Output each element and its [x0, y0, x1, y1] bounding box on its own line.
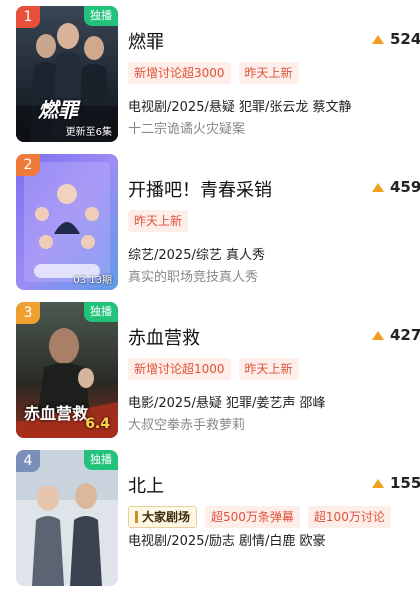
- episode-label: 更新至6集: [65, 127, 112, 138]
- poster-title-text: 燃罪: [38, 98, 78, 122]
- list-item[interactable]: 赤血营救 6.4 3 独播 赤血营救 427 新增讨论超1000 昨天上新 电影…: [0, 302, 420, 442]
- poster-image[interactable]: 4 独播: [16, 450, 118, 586]
- heat-up-icon: [372, 34, 384, 44]
- heat-value: 459: [390, 178, 420, 196]
- show-title[interactable]: 北上: [128, 472, 164, 498]
- exclusive-badge: 独播: [84, 302, 118, 322]
- show-title[interactable]: 燃罪: [128, 28, 164, 54]
- poster-title-text: 赤血营救: [24, 404, 89, 423]
- heat-score: 427: [372, 326, 420, 344]
- brand-stripe-icon: [135, 511, 138, 523]
- heat-up-icon: [372, 478, 384, 488]
- heat-up-icon: [372, 330, 384, 340]
- tag: 昨天上新: [238, 358, 299, 380]
- heat-value: 155: [390, 474, 420, 492]
- rank-badge: 2: [16, 154, 40, 176]
- episode-label: 03 13期: [73, 275, 112, 286]
- heat-score: 524: [372, 30, 420, 48]
- exclusive-badge: 独播: [84, 450, 118, 470]
- brand-label: 大家剧场: [142, 510, 191, 524]
- show-title[interactable]: 开播吧！青春采销: [128, 176, 272, 202]
- poster-image[interactable]: 赤血营救 6.4 3 独播: [16, 302, 118, 438]
- tag-row: 大家剧场 超500万条弹幕 超100万讨论: [128, 506, 391, 528]
- list-item[interactable]: 4 独播 北上 155 大家剧场 超500万条弹幕 超100万讨论 电视剧/20…: [0, 450, 420, 590]
- tag: 昨天上新: [238, 62, 299, 84]
- brand-tag: 大家剧场: [128, 506, 198, 528]
- heat-up-icon: [372, 182, 384, 192]
- tag: 昨天上新: [128, 210, 189, 232]
- tag: 超500万条弹幕: [205, 506, 300, 528]
- rank-badge: 1: [16, 6, 40, 28]
- tag-row: 昨天上新: [128, 210, 189, 232]
- poster-date-text: 6.4: [85, 416, 110, 432]
- list-item[interactable]: 燃罪 1 独播 更新至6集 燃罪 524 新增讨论超3000 昨天上新 电视剧/…: [0, 6, 420, 146]
- show-description: 十二宗诡谲火灾疑案: [128, 122, 246, 137]
- tag: 超100万讨论: [307, 506, 391, 528]
- tag-row: 新增讨论超1000 昨天上新: [128, 358, 299, 380]
- show-description: 真实的职场竞技真人秀: [128, 270, 259, 285]
- show-meta: 电视剧/2025/励志 剧情/白鹿 欧豪: [128, 534, 326, 549]
- rank-badge: 3: [16, 302, 40, 324]
- heat-score: 459: [372, 178, 420, 196]
- show-meta: 电视剧/2025/悬疑 犯罪/张云龙 蔡文静: [128, 100, 352, 115]
- heat-score: 155: [372, 474, 420, 492]
- poster-image[interactable]: 燃罪 1 独播 更新至6集: [16, 6, 118, 142]
- rank-badge: 4: [16, 450, 40, 472]
- show-meta: 综艺/2025/综艺 真人秀: [128, 248, 265, 263]
- heat-value: 524: [390, 30, 420, 48]
- heat-value: 427: [390, 326, 420, 344]
- poster-image[interactable]: 2 03 13期: [16, 154, 118, 290]
- list-item[interactable]: 2 03 13期 开播吧！青春采销 459 昨天上新 综艺/2025/综艺 真人…: [0, 154, 420, 294]
- tag: 新增讨论超3000: [128, 62, 231, 84]
- show-meta: 电影/2025/悬疑 犯罪/姜艺声 邵峰: [128, 396, 326, 411]
- tag-row: 新增讨论超3000 昨天上新: [128, 62, 299, 84]
- show-title[interactable]: 赤血营救: [128, 324, 200, 350]
- tag: 新增讨论超1000: [128, 358, 231, 380]
- show-description: 大叔空拳赤手救萝莉: [128, 418, 246, 433]
- exclusive-badge: 独播: [84, 6, 118, 26]
